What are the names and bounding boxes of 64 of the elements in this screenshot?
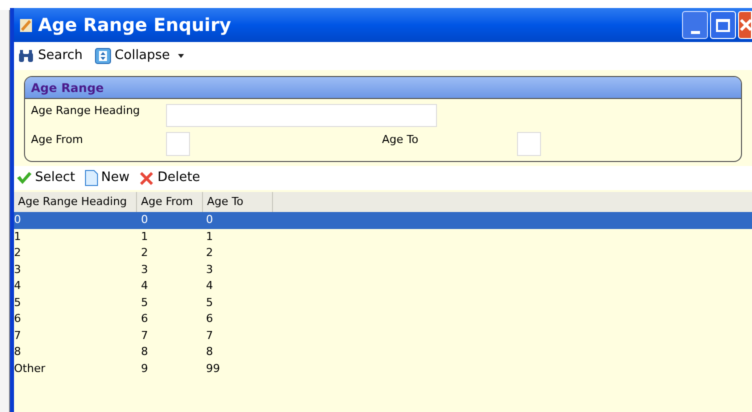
table-row[interactable]: 4 4 4 [14, 278, 752, 294]
search-button[interactable]: Search [18, 46, 83, 66]
age-range-heading-field[interactable] [166, 104, 437, 126]
table-row[interactable]: 7 7 7 [14, 328, 752, 344]
close-button[interactable] [738, 11, 752, 39]
table-cell-text: 1 [14, 228, 22, 244]
table-cell-text: 8 [205, 344, 214, 360]
age-from-field[interactable] [166, 132, 190, 156]
close-icon [739, 18, 751, 32]
table-cell-text: 5 [14, 294, 22, 310]
table-row[interactable]: 3 3 3 [14, 262, 752, 278]
table-cell-text: 3 [140, 262, 149, 278]
select-button[interactable]: Select [16, 168, 76, 188]
field-label: Age From [31, 132, 84, 148]
table-row[interactable]: 6 6 6 [14, 311, 752, 328]
table-cell-text: 9 [140, 360, 149, 376]
table-cell-text: 7 [14, 328, 22, 344]
maximize-button[interactable] [710, 11, 736, 39]
delete-button[interactable]: Delete [139, 168, 200, 188]
table-row[interactable]: 2 2 2 [14, 245, 752, 262]
binoculars-icon [18, 49, 34, 63]
window-title: Age Range Enquiry [38, 14, 232, 38]
table-cell-text: 0 [140, 212, 149, 228]
table-row[interactable]: 8 8 8 [14, 344, 752, 360]
field-label: Age Range Heading [31, 102, 141, 119]
table-row[interactable]: Other 9 99 [14, 360, 752, 377]
table-cell-text: 8 [140, 344, 149, 360]
table-cell-text: 6 [14, 311, 22, 327]
table-cell-text: 6 [205, 311, 214, 327]
table-cell-text: 4 [140, 278, 149, 294]
table-cell-text: 7 [205, 328, 214, 344]
dropdown-caret-icon [178, 54, 184, 58]
table-cell-text: 4 [205, 278, 214, 294]
table-cell-text: 99 [205, 360, 221, 376]
table-row[interactable]: 5 5 5 [14, 294, 752, 311]
table-cell-text: 4 [14, 278, 22, 294]
field-label: Age To [382, 132, 420, 148]
table-cell-text: 5 [205, 294, 214, 310]
new-button[interactable]: New [85, 168, 130, 188]
table-cell-text: 0 [205, 212, 214, 228]
collapse-icon [94, 48, 111, 64]
table-cell-text: 2 [14, 245, 22, 261]
table-cell-text: 1 [205, 228, 214, 244]
table-row[interactable]: 1 1 1 [14, 228, 752, 245]
table-cell-text: 2 [140, 245, 149, 261]
collapse-button[interactable]: Collapse [94, 46, 170, 66]
age-to-field[interactable] [517, 132, 541, 156]
minimize-button[interactable] [682, 11, 708, 39]
document-icon [85, 170, 98, 186]
table-cell-text: 7 [140, 328, 149, 344]
table-cell-text: 1 [140, 228, 149, 244]
table-cell-text: 3 [14, 262, 22, 278]
table-cell-text: 8 [14, 344, 22, 360]
table-cell-text: 5 [140, 294, 149, 310]
table-cell-text: 2 [205, 245, 214, 261]
check-icon [16, 171, 32, 185]
table-row[interactable]: 0 0 0 [14, 212, 752, 228]
cross-icon [139, 170, 154, 186]
table-cell-text: 0 [14, 212, 22, 228]
panel-title: Age Range [25, 77, 741, 99]
table-cell-text: 3 [205, 262, 214, 278]
pencil-note-icon [18, 17, 34, 33]
table-cell-text: 6 [140, 311, 149, 327]
table-cell-text: Other [14, 360, 46, 376]
